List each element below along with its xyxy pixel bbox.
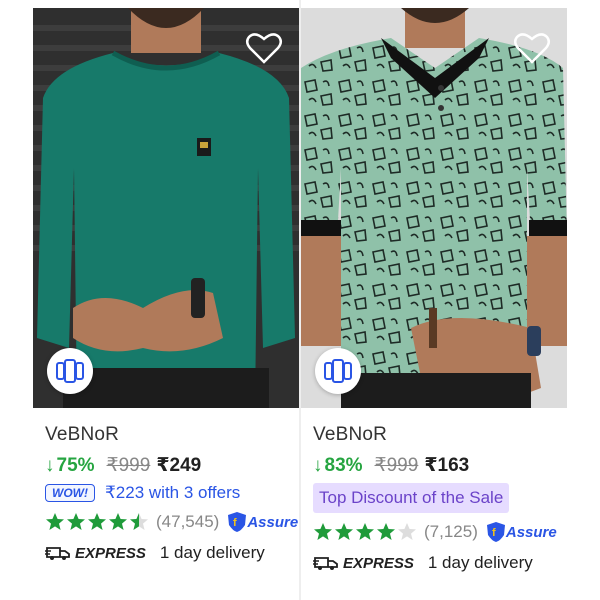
svg-text:f: f	[233, 517, 237, 529]
discount: ↓ 83%	[313, 455, 363, 477]
similar-products-icon	[56, 359, 84, 383]
offer-row: WOW! ₹223 with 3 offers	[45, 483, 307, 503]
discount: ↓ 75%	[45, 455, 95, 477]
product-card[interactable]: VeBNoR ↓ 83% ₹999 ₹163 Top Discount of t…	[301, 0, 567, 600]
mrp-price: ₹999	[374, 455, 419, 476]
price-row: ↓ 75% ₹999 ₹249	[45, 454, 307, 477]
star-icon	[109, 513, 127, 530]
rating-stars	[313, 522, 418, 542]
delivery-row: EXPRESS 1 day delivery	[313, 553, 575, 573]
product-brand: VeBNoR	[45, 424, 120, 445]
assured-badge: f Assure	[486, 521, 557, 543]
product-image[interactable]	[33, 8, 299, 408]
mrp-price: ₹999	[106, 455, 151, 476]
delivery-text: 1 day delivery	[159, 543, 265, 562]
similar-products-icon	[324, 359, 352, 383]
discount-value: 83%	[324, 455, 363, 476]
rating-count: (7,125)	[424, 522, 478, 541]
half-star-icon	[130, 513, 148, 530]
similar-products-button[interactable]	[47, 348, 93, 394]
assured-label: Assure	[505, 523, 557, 541]
arrow-down-icon: ↓	[313, 455, 323, 476]
delivery-text: 1 day delivery	[427, 553, 533, 572]
product-grid: VeBNoR ↓ 75% ₹999 ₹249 WOW! ₹223 with 3 …	[0, 0, 600, 600]
heart-outline-icon[interactable]	[513, 30, 551, 66]
heart-outline-icon[interactable]	[245, 30, 283, 66]
product-info: VeBNoR ↓ 83% ₹999 ₹163 Top Discount of t…	[313, 424, 575, 573]
svg-text:f: f	[492, 527, 496, 539]
assured-badge: f Assure	[227, 511, 298, 533]
similar-products-button[interactable]	[315, 348, 361, 394]
express-label: EXPRESS	[343, 554, 414, 572]
product-brand: VeBNoR	[313, 424, 388, 445]
arrow-down-icon: ↓	[45, 455, 55, 476]
star-icon	[314, 523, 332, 540]
card-divider	[299, 0, 301, 600]
assured-badge-icon: f	[228, 512, 247, 532]
rating-row: (7,125) f Assure	[313, 521, 575, 543]
wow-badge: WOW!	[45, 484, 95, 502]
product-image[interactable]	[301, 8, 567, 408]
express-label: EXPRESS	[75, 544, 146, 562]
discount-value: 75%	[56, 455, 95, 476]
page-margin-left	[0, 0, 33, 600]
rating-row: (47,545) f Assure	[45, 511, 307, 533]
product-info: VeBNoR ↓ 75% ₹999 ₹249 WOW! ₹223 with 3 …	[45, 424, 307, 563]
rating-stars	[45, 512, 150, 532]
rating-count: (47,545)	[156, 512, 220, 531]
star-icon	[46, 513, 64, 530]
offer-text[interactable]: ₹223 with 3 offers	[105, 483, 240, 503]
star-icon	[356, 523, 374, 540]
empty-star-icon	[398, 523, 416, 540]
page-margin-right	[567, 0, 600, 600]
price-row: ↓ 83% ₹999 ₹163	[313, 454, 575, 477]
star-icon	[335, 523, 353, 540]
express-truck-icon	[313, 557, 338, 570]
star-icon	[67, 513, 85, 530]
star-icon	[377, 523, 395, 540]
express-truck-icon	[45, 547, 70, 560]
assured-label: Assure	[247, 513, 299, 531]
star-icon	[88, 513, 106, 530]
product-card[interactable]: VeBNoR ↓ 75% ₹999 ₹249 WOW! ₹223 with 3 …	[33, 0, 299, 600]
selling-price: ₹249	[156, 455, 202, 476]
top-discount-tag: Top Discount of the Sale	[313, 483, 510, 513]
selling-price: ₹163	[424, 455, 470, 476]
assured-badge-icon: f	[486, 522, 505, 542]
delivery-row: EXPRESS 1 day delivery	[45, 543, 307, 563]
